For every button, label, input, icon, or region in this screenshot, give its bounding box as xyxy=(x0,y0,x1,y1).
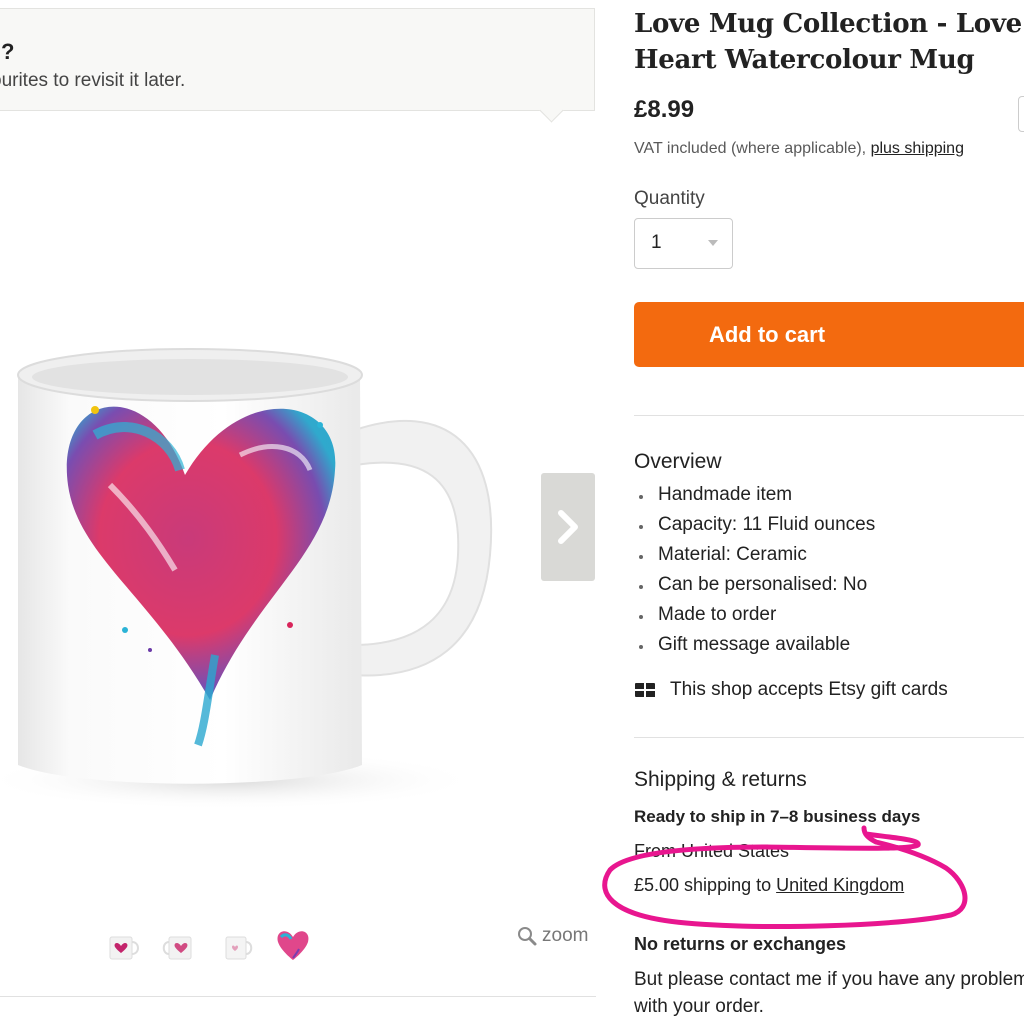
quantity-value: 1 xyxy=(651,232,662,253)
gift-card-text: This shop accepts Etsy gift cards xyxy=(670,679,948,700)
ready-to-ship: Ready to ship in 7–8 business days xyxy=(634,807,921,826)
list-item: Can be personalised: No xyxy=(634,571,875,601)
list-item: Made to order xyxy=(634,601,875,631)
thumbnail-strip xyxy=(105,925,313,969)
favourite-prompt-title: ? xyxy=(1,39,15,64)
gift-card-note: This shop accepts Etsy gift cards xyxy=(634,679,948,701)
thumbnail-mug-front[interactable] xyxy=(105,925,145,965)
shipping-cost: £5.00 shipping to United Kingdom xyxy=(634,875,904,896)
price-side-control[interactable] xyxy=(1018,96,1024,132)
quantity-label: Quantity xyxy=(634,188,705,209)
next-image-button[interactable] xyxy=(541,473,595,581)
divider xyxy=(634,415,1024,416)
thumbnail-heart-art[interactable] xyxy=(273,925,313,965)
product-main-image[interactable] xyxy=(0,125,596,1005)
divider xyxy=(0,996,596,997)
plus-shipping-link[interactable]: plus shipping xyxy=(871,140,964,157)
product-title: Love Mug Collection - Love Heart Waterco… xyxy=(634,9,1022,75)
favourite-prompt-message: ourites to revisit it later. xyxy=(0,70,186,91)
list-item: Capacity: 11 Fluid ounces xyxy=(634,511,875,541)
list-item: Material: Ceramic xyxy=(634,541,875,571)
thumbnail-mug-angle[interactable] xyxy=(161,925,201,965)
shipping-cost-text: £5.00 shipping to xyxy=(634,875,772,895)
contact-note: But please contact me if you have any pr… xyxy=(634,969,1024,1017)
returns-policy: No returns or exchanges xyxy=(634,934,847,954)
vat-text: VAT included (where applicable), xyxy=(634,140,867,157)
divider xyxy=(634,737,1024,738)
favourite-prompt-banner: ? ourites to revisit it later. xyxy=(0,8,595,111)
zoom-label: zoom xyxy=(542,925,589,946)
shipping-heading: Shipping & returns xyxy=(634,768,807,791)
add-to-cart-button[interactable]: Add to cart xyxy=(634,302,1024,367)
overview-heading: Overview xyxy=(634,450,722,473)
vat-note: VAT included (where applicable), plus sh… xyxy=(634,140,964,158)
overview-list: Handmade item Capacity: 11 Fluid ounces … xyxy=(634,481,875,661)
gift-card-icon xyxy=(635,683,655,697)
ships-from: From United States xyxy=(634,841,790,861)
thumbnail-mug-plain[interactable] xyxy=(217,925,257,965)
product-price: £8.99 xyxy=(634,96,695,123)
quantity-select[interactable]: 1 xyxy=(634,218,733,269)
list-item: Handmade item xyxy=(634,481,875,511)
destination-link[interactable]: United Kingdom xyxy=(776,875,904,895)
chevron-right-icon xyxy=(558,510,578,544)
zoom-button[interactable]: zoom xyxy=(516,925,588,947)
list-item: Gift message available xyxy=(634,631,875,661)
mug-image xyxy=(0,348,493,810)
magnifier-icon xyxy=(518,927,537,946)
chevron-down-icon xyxy=(708,240,718,246)
